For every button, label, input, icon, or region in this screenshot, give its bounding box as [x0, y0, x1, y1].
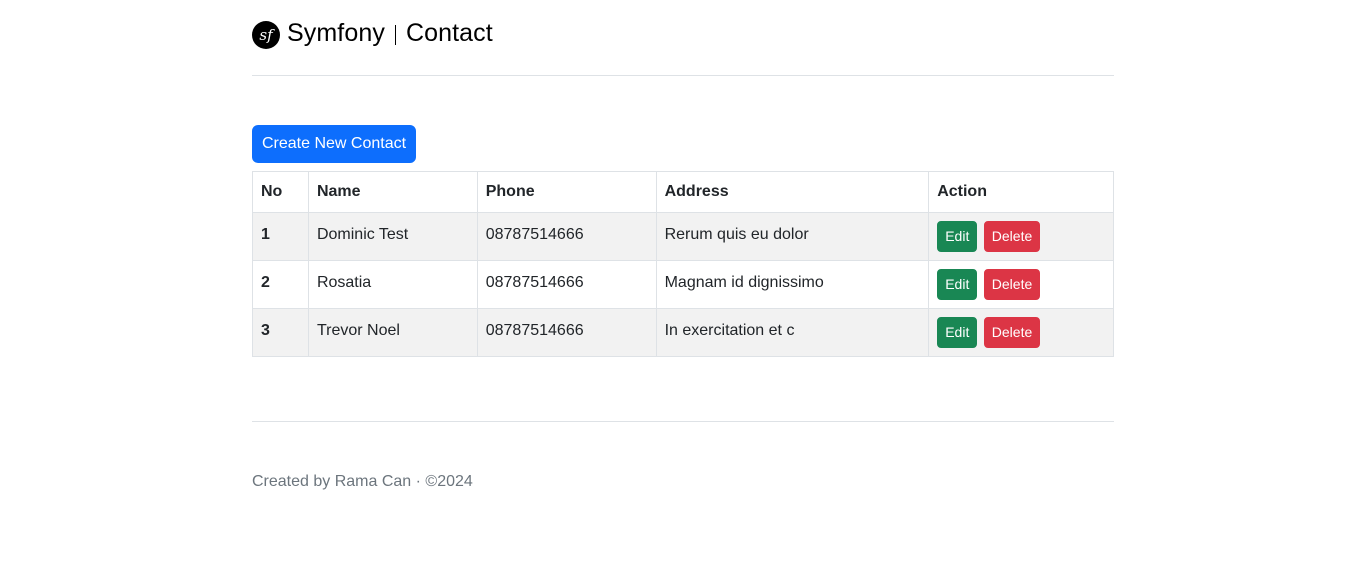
- svg-text:sf: sf: [259, 26, 275, 44]
- contact-address: In exercitation et c: [655, 308, 930, 357]
- column-header-phone: Phone: [476, 171, 657, 213]
- symfony-logo-icon[interactable]: sf: [252, 20, 280, 49]
- contact-name: Trevor Noel: [307, 308, 478, 357]
- site-header: sf Symfony Contact: [252, 0, 1114, 76]
- site-footer: Created by Rama Can · ©2024: [252, 421, 1114, 491]
- contact-phone: 08787514666: [476, 308, 657, 357]
- row-number: 2: [252, 260, 309, 309]
- row-actions: Edit Delete: [928, 308, 1114, 357]
- table-header: No Name Phone Address Action: [252, 171, 1114, 213]
- table-row: 3 Trevor Noel 08787514666 In exercitatio…: [252, 308, 1114, 357]
- footer-credit: Created by Rama Can · ©2024: [252, 473, 473, 490]
- page-container: sf Symfony Contact Create New Contact No…: [252, 0, 1114, 490]
- column-header-no: No: [252, 171, 309, 213]
- brand-name[interactable]: Symfony: [287, 19, 385, 48]
- edit-button[interactable]: Edit: [937, 269, 978, 300]
- create-contact-button[interactable]: Create New Contact: [252, 125, 417, 163]
- column-header-name: Name: [307, 171, 478, 213]
- contact-name: Dominic Test: [307, 212, 478, 261]
- contact-phone: 08787514666: [476, 260, 657, 309]
- table-body: 1 Dominic Test 08787514666 Rerum quis eu…: [252, 212, 1114, 357]
- table-header-row: No Name Phone Address Action: [252, 171, 1114, 213]
- title-divider: [394, 24, 396, 45]
- table-row: 2 Rosatia 08787514666 Magnam id dignissi…: [252, 260, 1114, 309]
- delete-button[interactable]: Delete: [983, 317, 1041, 348]
- contact-name: Rosatia: [307, 260, 478, 309]
- page-title: Contact: [405, 19, 493, 47]
- column-header-address: Address: [655, 171, 930, 213]
- edit-button[interactable]: Edit: [937, 317, 978, 348]
- row-actions: Edit Delete: [928, 260, 1114, 309]
- row-actions: Edit Delete: [928, 212, 1114, 261]
- contact-phone: 08787514666: [476, 212, 657, 261]
- row-number: 1: [252, 212, 309, 261]
- delete-button[interactable]: Delete: [983, 221, 1041, 252]
- table-row: 1 Dominic Test 08787514666 Rerum quis eu…: [252, 212, 1114, 261]
- delete-button[interactable]: Delete: [983, 269, 1041, 300]
- column-header-action: Action: [928, 171, 1114, 213]
- contact-address: Rerum quis eu dolor: [655, 212, 930, 261]
- contact-address: Magnam id dignissimo: [655, 260, 930, 309]
- contacts-table: No Name Phone Address Action 1 Dominic T…: [252, 171, 1114, 357]
- row-number: 3: [252, 308, 309, 357]
- edit-button[interactable]: Edit: [937, 221, 978, 252]
